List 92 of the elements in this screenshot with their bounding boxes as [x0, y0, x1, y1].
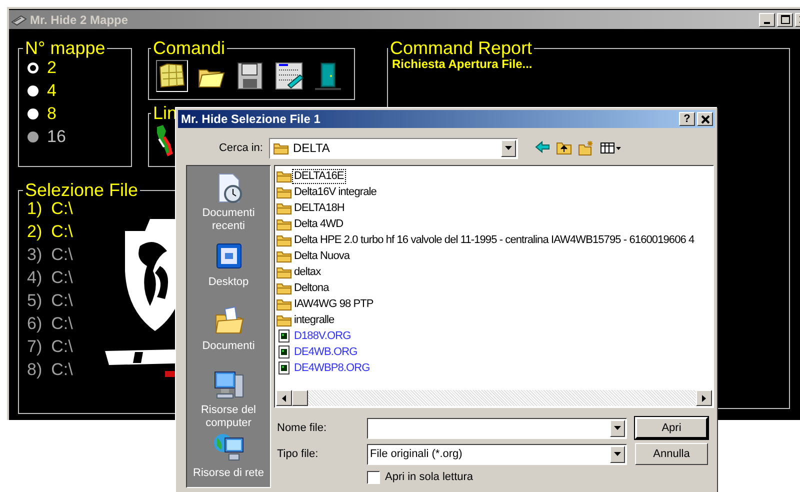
checkbox-label: Apri in sola lettura	[385, 470, 474, 485]
folder-icon	[276, 202, 292, 214]
folder-icon	[276, 250, 292, 262]
view-menu-icon	[600, 140, 622, 156]
file-slot[interactable]: 7) C:\	[27, 338, 73, 356]
dropdown-button[interactable]	[501, 140, 516, 156]
radio-label: 16	[47, 126, 66, 148]
file-name[interactable]: deltax	[293, 266, 322, 278]
folder-icon	[276, 314, 292, 326]
toolbar-button[interactable]	[156, 60, 188, 92]
file-name[interactable]: D188V.ORG	[293, 330, 352, 342]
help-button[interactable]: ?	[679, 112, 695, 126]
field-label: Tipo file:	[276, 446, 320, 462]
file-slot[interactable]: 6) C:\	[27, 315, 73, 333]
group-title: Comandi	[152, 39, 226, 57]
map-icon	[155, 123, 173, 157]
radio-label: 8	[47, 103, 56, 126]
file-slot[interactable]: 3) C:\	[27, 246, 73, 264]
folder-icon	[276, 298, 292, 310]
file-name[interactable]: integralle	[293, 314, 336, 326]
place-item[interactable]: Desktop	[188, 241, 268, 289]
group-title: Command Report	[389, 39, 534, 57]
file-name[interactable]: Delta Nuova	[293, 250, 351, 262]
read-only-checkbox[interactable]	[367, 470, 380, 484]
caret-icon	[614, 426, 621, 430]
file-slot[interactable]: 2) C:\	[27, 223, 73, 241]
folder-up-icon	[556, 140, 572, 156]
place-item[interactable]: Documenti recenti	[188, 172, 268, 233]
toolbar-button[interactable]	[273, 60, 305, 92]
dialog-button[interactable]: Apri	[635, 417, 708, 439]
look-in-value: DELTA	[293, 140, 331, 157]
close-button[interactable]	[697, 112, 713, 126]
group-title: Selezione File	[24, 181, 140, 199]
file-name[interactable]: DELTA16E	[293, 170, 345, 182]
computer-icon	[212, 369, 244, 401]
look-in-label: Cerca in:	[218, 140, 264, 156]
report-line: Richiesta Apertura File...	[392, 57, 534, 71]
folder-icon	[276, 234, 292, 246]
folder-icon	[273, 142, 289, 154]
file-name[interactable]: Deltona	[293, 282, 330, 294]
scroll-thumb[interactable]	[292, 390, 308, 406]
file-name[interactable]: DE4WB.ORG	[293, 346, 358, 358]
file-name[interactable]: DE4WBP8.ORG	[293, 362, 371, 374]
file-name[interactable]: DELTA18H	[293, 202, 346, 214]
file-type-dropdown[interactable]: File originali (*.org)	[367, 444, 627, 464]
folder-icon	[276, 170, 292, 182]
door-icon	[313, 61, 343, 91]
group-title: N° mappe	[24, 39, 106, 57]
folder-icon	[276, 218, 292, 230]
caret-icon	[614, 452, 621, 456]
radio-button[interactable]	[27, 62, 39, 74]
file-slot[interactable]: 1) C:\	[27, 200, 73, 218]
file-slot[interactable]: 4) C:\	[27, 269, 73, 287]
place-item[interactable]: Risorse di rete	[188, 432, 268, 480]
view-menu-button[interactable]	[600, 140, 622, 156]
right-arrow-icon	[702, 394, 706, 402]
minimize-button[interactable]	[759, 12, 775, 26]
folder-icon	[276, 266, 292, 278]
file-name[interactable]: Delta16V integrale	[293, 186, 378, 198]
place-item[interactable]: Documenti	[188, 305, 268, 353]
new-folder-button[interactable]	[578, 140, 594, 156]
notepad-pen-icon	[274, 61, 304, 91]
file-slot[interactable]: 5) C:\	[27, 292, 73, 310]
file-name[interactable]: Delta 4WD	[293, 218, 344, 230]
radio-label: 4	[47, 80, 56, 102]
field-label: Nome file:	[276, 420, 328, 436]
toolbar-button[interactable]	[312, 60, 344, 92]
maximize-button[interactable]	[777, 12, 793, 26]
place-item[interactable]: Risorse del computer	[188, 369, 268, 430]
back-arrow-icon	[534, 140, 550, 156]
dialog-title: Mr. Hide Selezione File 1	[181, 111, 322, 128]
file-name-field[interactable]	[367, 418, 627, 438]
left-arrow-icon	[282, 394, 286, 402]
radio-label: 2	[47, 58, 56, 80]
file-name[interactable]: IAW4WG 98 PTP	[293, 298, 374, 310]
file-slot[interactable]: 8) C:\	[27, 361, 73, 379]
folder-icon	[276, 282, 292, 294]
minimize-icon	[764, 22, 770, 24]
radio-button[interactable]	[27, 108, 39, 120]
folder-icon	[276, 186, 292, 198]
dialog-button[interactable]: Annulla	[635, 443, 708, 465]
file-name[interactable]: Delta HPE 2.0 turbo hf 16 valvole del 11-1995 - centralina IAW4WB15795 - 6160019606 4	[293, 234, 696, 246]
back-arrow-button[interactable]	[534, 140, 550, 156]
app-icon	[11, 14, 27, 26]
new-folder-icon	[578, 140, 594, 156]
horizontal-scrollbar[interactable]	[276, 390, 712, 406]
radio-button[interactable]	[27, 85, 39, 97]
folder-up-button[interactable]	[556, 140, 572, 156]
window-title: Mr. Hide 2 Mappe	[30, 12, 130, 28]
caret-icon	[505, 146, 512, 150]
maximize-icon	[780, 15, 790, 24]
look-in-dropdown[interactable]: DELTA	[269, 138, 518, 158]
